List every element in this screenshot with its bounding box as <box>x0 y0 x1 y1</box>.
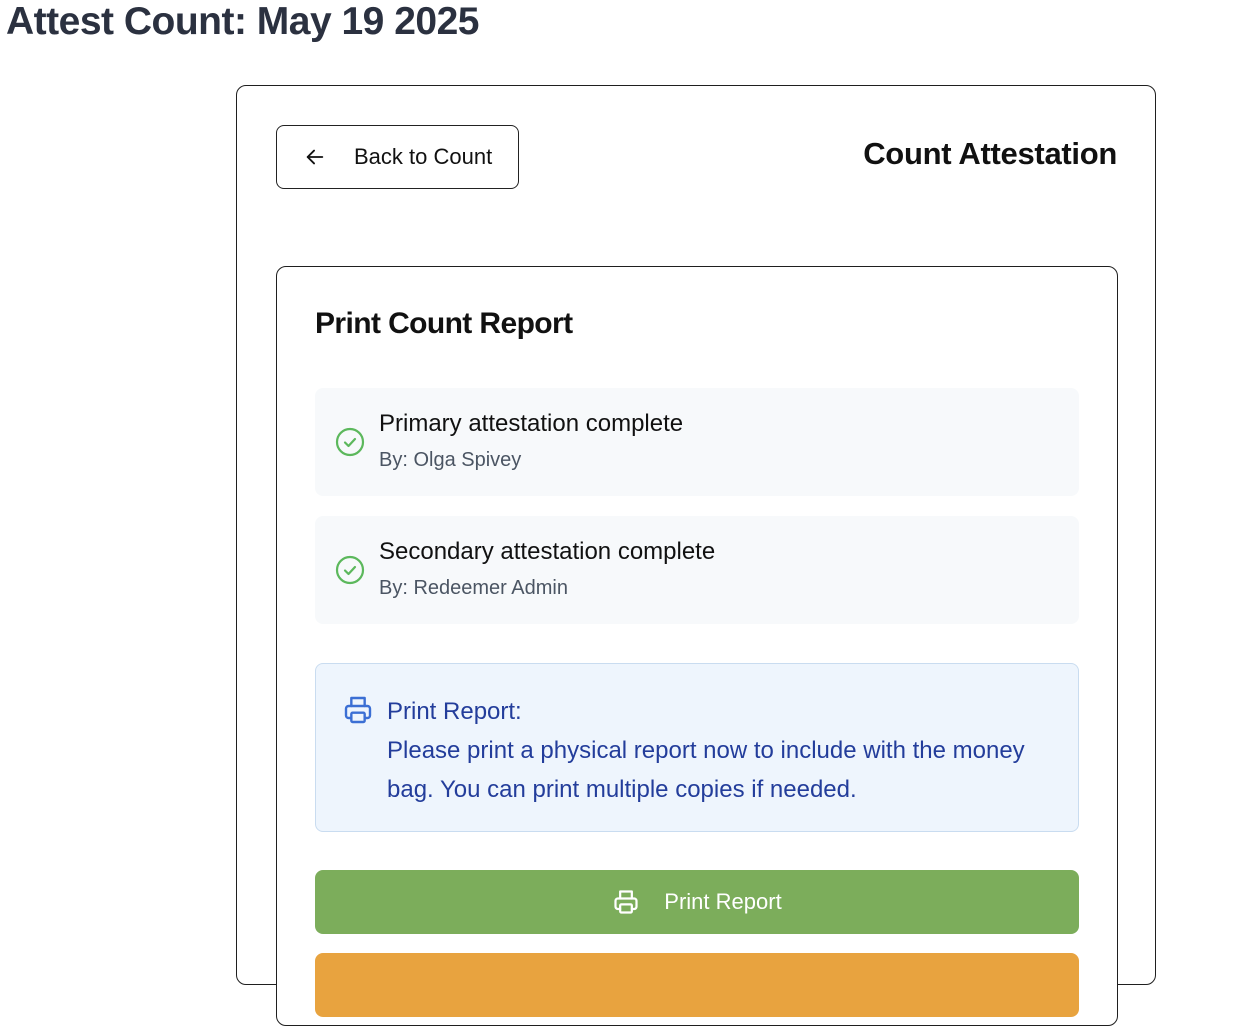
attestation-card: Back to Count Count Attestation Print Co… <box>236 85 1156 1026</box>
print-report-button[interactable]: Print Report <box>315 870 1079 934</box>
print-report-card: Print Count Report Primary attestation c… <box>276 266 1118 1026</box>
arrow-left-icon <box>304 146 326 168</box>
primary-attestation-item: Primary attestation complete By: Olga Sp… <box>315 388 1079 496</box>
print-button-label: Print Report <box>664 889 782 914</box>
secondary-attestation-item: Secondary attestation complete By: Redee… <box>315 516 1079 624</box>
attestation-status: Primary attestation complete <box>379 410 684 437</box>
printer-icon <box>612 888 640 916</box>
notice-text: Print Report: Please print a physical re… <box>387 692 1027 809</box>
notice-body: Please print a physical report now to in… <box>387 737 1025 803</box>
attestation-status: Secondary attestation complete <box>379 538 716 565</box>
section-title: Count Attestation <box>863 136 1117 171</box>
check-circle-icon <box>334 554 366 586</box>
check-circle-icon <box>334 426 366 458</box>
page-title: Attest Count: May 19 2025 <box>6 0 479 43</box>
attestation-by: By: Olga Spivey <box>379 449 522 471</box>
print-notice: Print Report: Please print a physical re… <box>315 663 1079 832</box>
back-to-count-button[interactable]: Back to Count <box>276 125 519 189</box>
printer-icon <box>342 694 374 726</box>
report-title: Print Count Report <box>315 307 573 340</box>
back-button-label: Back to Count <box>354 144 493 169</box>
secondary-action-button[interactable] <box>315 953 1079 1017</box>
notice-heading: Print Report: <box>387 698 522 725</box>
attestation-by: By: Redeemer Admin <box>379 577 568 599</box>
